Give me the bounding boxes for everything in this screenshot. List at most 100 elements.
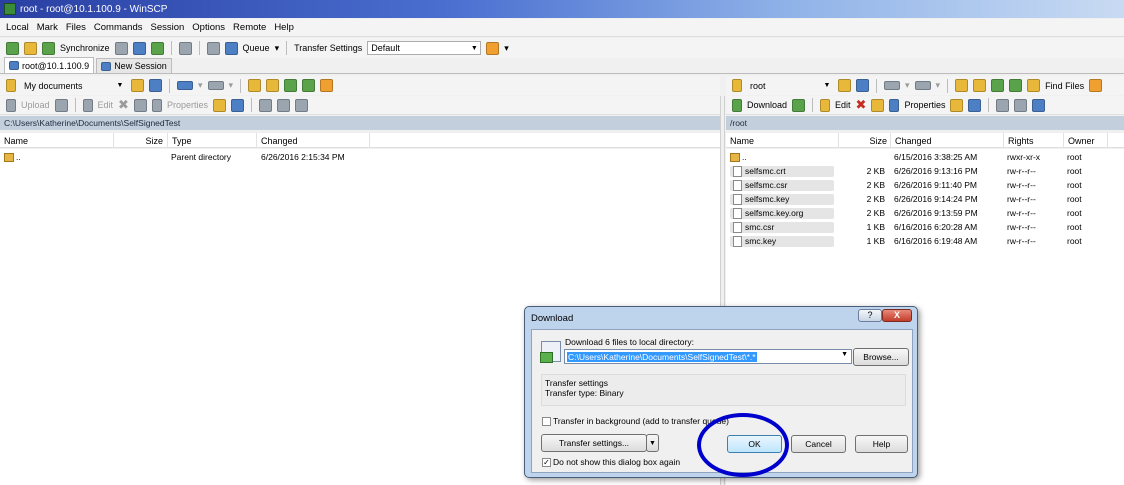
parent-directory-icon[interactable] [248,79,262,92]
table-row[interactable]: .. Parent directory 6/26/2016 2:15:34 PM [0,151,720,165]
filter-select-icon[interactable] [294,98,308,112]
filter-icon[interactable] [149,79,162,92]
properties-button[interactable]: Properties [167,100,208,110]
column-size[interactable]: Size [839,133,891,148]
download-options-icon[interactable] [792,98,806,112]
root-directory-icon[interactable] [266,79,280,92]
table-row[interactable]: .. 6/15/2016 3:38:25 AM rwxr-xr-x root [726,151,1124,165]
filter-select-icon[interactable] [1032,98,1046,112]
upload-options-icon[interactable] [54,98,68,112]
unselect-icon[interactable] [276,98,290,112]
filter-icon[interactable] [856,79,869,92]
table-row[interactable]: smc.csr 1 KB 6/16/2016 6:20:28 AM rw-r--… [726,221,1124,235]
rename-icon[interactable] [133,98,147,112]
chevron-down-icon[interactable]: ▾ [229,80,234,91]
tab-session-root[interactable]: root@10.1.100.9 [4,57,95,73]
tab-new-session[interactable]: New Session [96,58,172,73]
chevron-down-icon[interactable]: ▼ [841,351,848,358]
new-folder-icon[interactable] [950,98,964,112]
edit-icon[interactable] [82,98,93,112]
select-all-icon[interactable] [258,98,272,112]
select-all-icon[interactable] [996,98,1010,112]
refresh-icon[interactable] [150,41,164,55]
open-directory-icon[interactable] [131,79,144,92]
preferences-gear-icon[interactable] [178,41,192,55]
properties-button[interactable]: Properties [904,100,945,110]
dialog-help-icon[interactable]: ? [858,309,882,322]
menu-remote[interactable]: Remote [233,22,266,33]
menu-mark[interactable]: Mark [37,22,58,33]
find-icon[interactable] [1089,79,1103,92]
edit-button[interactable]: Edit [98,100,114,110]
download-button[interactable]: Download [747,100,787,110]
compare-directories-icon[interactable] [24,41,37,55]
cancel-button[interactable]: Cancel [791,435,846,453]
dialog-close-icon[interactable]: X [882,309,912,322]
new-window-icon[interactable] [6,41,19,55]
properties-icon[interactable] [151,98,162,112]
back-arrow-icon[interactable] [884,81,900,90]
refresh-icon[interactable] [1009,79,1023,92]
target-directory-combobox[interactable]: C:\Users\Katherine\Documents\SelfSignedT… [564,349,852,364]
menu-session[interactable]: Session [150,22,184,33]
left-path-bar[interactable]: C:\Users\Katherine\Documents\SelfSignedT… [0,116,720,130]
delete-icon[interactable]: ✖ [118,97,129,113]
transfer-settings-button[interactable]: Transfer settings... [541,434,647,452]
chevron-down-icon[interactable]: ▾ [275,43,280,54]
column-owner[interactable]: Owner [1064,133,1108,148]
transfer-settings-dropdown[interactable]: ▼ [646,434,659,452]
edit-button[interactable]: Edit [835,100,851,110]
open-directory-icon[interactable] [838,79,851,92]
find-files-button[interactable]: Find Files [1045,81,1084,91]
queue-icon[interactable] [224,41,238,55]
home-icon[interactable] [991,79,1005,92]
right-location-select[interactable]: root ▼ [747,79,833,93]
root-directory-icon[interactable] [973,79,987,92]
delete-icon[interactable]: ✖ [856,97,867,113]
queue-button[interactable]: Queue [243,43,270,53]
table-row[interactable]: selfsmc.csr 2 KB 6/26/2016 9:11:40 PM rw… [726,179,1124,193]
queue-list-icon[interactable] [206,41,220,55]
transfer-settings-presets-icon[interactable] [486,41,500,55]
console-icon[interactable] [114,41,128,55]
menu-help[interactable]: Help [274,22,294,33]
synchronize-button[interactable]: Synchronize [60,43,110,53]
edit-icon[interactable] [820,98,831,112]
column-type[interactable]: Type [168,133,257,148]
new-folder-icon[interactable] [212,98,226,112]
table-row[interactable]: selfsmc.crt 2 KB 6/26/2016 9:13:16 PM rw… [726,165,1124,179]
new-file-icon[interactable] [230,98,244,112]
download-icon[interactable] [732,98,742,112]
left-location-select[interactable]: My documents ▼ [21,79,126,93]
transfer-settings-select[interactable]: Default ▼ [367,41,482,55]
parent-directory-icon[interactable] [955,79,969,92]
dont-show-again-checkbox[interactable]: ✓ [542,458,551,467]
column-changed[interactable]: Changed [891,133,1004,148]
refresh-icon[interactable] [302,79,316,92]
column-name[interactable]: Name [0,133,114,148]
unselect-icon[interactable] [1014,98,1028,112]
forward-arrow-icon[interactable] [207,81,224,90]
synchronize-icon[interactable] [42,41,55,55]
upload-icon[interactable] [6,98,16,112]
menu-options[interactable]: Options [192,22,225,33]
chevron-down-icon[interactable]: ▾ [504,43,509,54]
column-name[interactable]: Name [726,133,839,148]
right-path-bar[interactable]: /root [726,116,1124,130]
table-row[interactable]: selfsmc.key.org 2 KB 6/26/2016 9:13:59 P… [726,207,1124,221]
upload-button[interactable]: Upload [21,100,50,110]
properties-icon[interactable] [889,98,900,112]
home-icon[interactable] [284,79,298,92]
rename-icon[interactable] [871,98,885,112]
browse-button[interactable]: Browse... [853,348,909,366]
chevron-down-icon[interactable]: ▾ [905,80,910,91]
back-arrow-icon[interactable] [177,81,193,90]
menu-commands[interactable]: Commands [94,22,143,33]
menu-local[interactable]: Local [6,22,29,33]
table-row[interactable]: smc.key 1 KB 6/16/2016 6:19:48 AM rw-r--… [726,235,1124,249]
transfer-background-checkbox[interactable] [542,417,551,426]
column-size[interactable]: Size [114,133,168,148]
find-icon[interactable] [320,79,334,92]
help-button[interactable]: Help [855,435,908,453]
new-file-icon[interactable] [968,98,982,112]
